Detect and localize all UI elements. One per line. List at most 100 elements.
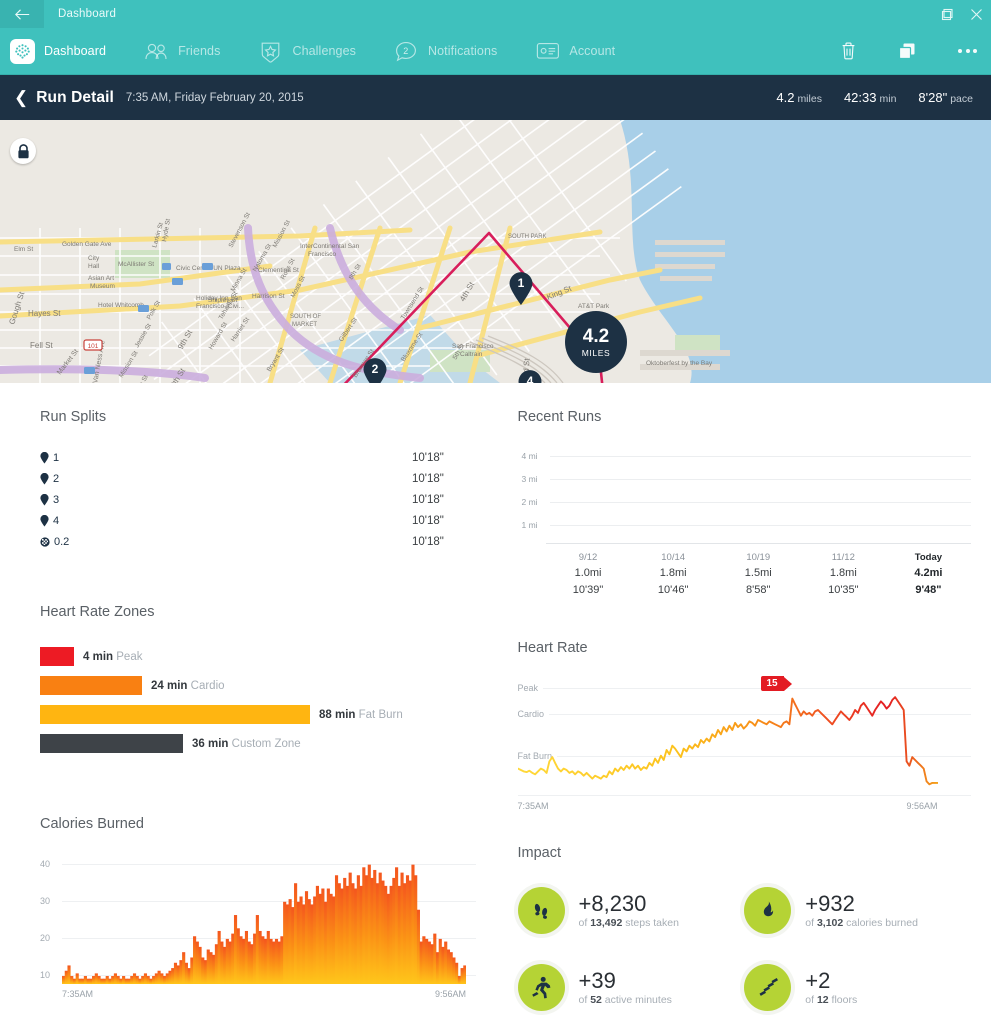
- hr-zone-label: 36 min Custom Zone: [192, 738, 301, 750]
- nav-item-friends[interactable]: Friends: [144, 39, 220, 64]
- more-options-icon[interactable]: [958, 49, 977, 53]
- svg-text:Hall: Hall: [88, 263, 100, 270]
- route-marker-2-label: 2: [371, 362, 379, 376]
- hr-zone-minutes: 88 min: [319, 708, 356, 721]
- impact-unit: steps taken: [625, 917, 679, 930]
- heart-rate-zones-panel: Heart Rate Zones 4 min Peak 24 min Cardi…: [40, 604, 476, 758]
- route-marker-4[interactable]: 4: [517, 370, 543, 383]
- restore-window-icon[interactable]: [941, 8, 954, 21]
- svg-text:McAllister St: McAllister St: [118, 261, 154, 268]
- split-number: 4: [53, 514, 60, 527]
- recent-runs-ytick: 2 mi: [521, 497, 538, 507]
- recent-run-miles: 4.2mi: [914, 567, 943, 580]
- hr-zone-bar: [40, 647, 74, 666]
- impact-subtext: of 12 floors: [805, 994, 858, 1007]
- svg-text:AT&T Park: AT&T Park: [578, 303, 610, 310]
- copy-icon[interactable]: [898, 42, 916, 60]
- svg-text:SOUTH PARK: SOUTH PARK: [508, 234, 547, 240]
- nav-label-notifications: Notifications: [428, 44, 498, 58]
- calories-ytick: 40: [40, 859, 51, 869]
- route-marker-1-label: 1: [517, 276, 525, 290]
- recent-runs-title: Recent Runs: [517, 409, 602, 425]
- account-card-icon: [535, 39, 560, 64]
- trash-icon[interactable]: [841, 42, 856, 60]
- run-route-map[interactable]: Elm St Golden Gate Ave McAllister St Asi…: [0, 120, 991, 383]
- run-splits-panel: Run Splits 1 10'18" 2 10'18" 3 10'18" 4 …: [40, 409, 476, 552]
- run-splits-list: 1 10'18" 2 10'18" 3 10'18" 4 10'18" 0.2 …: [40, 447, 476, 552]
- flame-icon: [744, 887, 792, 935]
- split-pace: 10'18": [412, 451, 444, 464]
- nav-item-challenges[interactable]: Challenges: [258, 39, 356, 64]
- svg-text:Shipley St: Shipley St: [208, 297, 237, 304]
- recent-run-cell: 11/12 1.8mi 10'35": [801, 551, 886, 598]
- route-marker-1[interactable]: 1: [508, 272, 534, 306]
- heart-rate-chart: Peak Cardio Fat Burn 15: [517, 676, 971, 797]
- route-total-distance-marker[interactable]: 4.2 MILES: [565, 311, 627, 373]
- svg-text:Museum: Museum: [90, 283, 115, 290]
- hr-zone-row-cardio: 24 min Cardio: [40, 671, 476, 700]
- heart-rate-peak-badge: 15: [760, 676, 792, 692]
- recent-run-pace: 9'48": [915, 583, 942, 596]
- checkered-flag-icon: [40, 536, 50, 547]
- nav-item-account[interactable]: Account: [535, 39, 615, 64]
- hr-zone-label: 88 min Fat Burn: [319, 709, 403, 721]
- recent-run-cell-today: Today 4.2mi 9'48": [886, 551, 971, 598]
- route-marker-2[interactable]: 2: [362, 358, 388, 383]
- impact-total: 3,102: [816, 917, 844, 930]
- calories-time-axis: 7:35AM 9:56AM: [62, 989, 466, 999]
- split-row: 4 10'18": [40, 510, 476, 531]
- split-pace: 10'18": [412, 535, 444, 548]
- recent-runs-axis: 9/12 1.0mi 10'39" 10/14 1.8mi 10'46" 10/…: [545, 543, 971, 598]
- recent-run-date: 10/19: [746, 552, 771, 563]
- split-number: 2: [53, 472, 60, 485]
- svg-text:Harrison St: Harrison St: [252, 293, 285, 300]
- hr-zone-row-custom: 36 min Custom Zone: [40, 729, 476, 758]
- impact-subtext: of 13,492 steps taken: [578, 917, 679, 930]
- running-man-icon: [517, 964, 565, 1012]
- nav-item-dashboard[interactable]: Dashboard: [10, 38, 106, 64]
- recent-runs-panel: Recent Runs 4 mi 3 mi 2 mi 1 mi 9/12 1.0…: [517, 409, 971, 598]
- recent-run-cell: 10/19 1.5mi 8'58": [716, 551, 801, 598]
- recent-run-pace: 10'46": [657, 583, 689, 596]
- impact-total: 13,492: [590, 917, 623, 930]
- split-pace: 10'18": [412, 514, 444, 527]
- lock-icon[interactable]: [10, 138, 36, 164]
- svg-text:San Francisco: San Francisco: [452, 343, 494, 350]
- dashboard-grid-icon: [10, 38, 35, 64]
- svg-text:Oktoberfest by the Bay: Oktoberfest by the Bay: [646, 360, 713, 367]
- recent-run-miles: 1.5mi: [744, 567, 772, 580]
- back-chevron-icon[interactable]: ❮: [12, 89, 36, 106]
- impact-value: +932: [805, 891, 855, 917]
- nav-item-notifications[interactable]: 2 Notifications: [394, 39, 497, 64]
- calories-burned-panel: Calories Burned 40 30 20 10 7:35AM 9:56A…: [40, 816, 476, 999]
- impact-subtext: of 3,102 calories burned: [805, 917, 918, 930]
- impact-unit: floors: [831, 994, 858, 1007]
- split-label: 0.2: [40, 536, 74, 548]
- recent-run-date: 10/14: [661, 552, 686, 563]
- split-row: 0.2 10'18": [40, 531, 476, 552]
- close-icon[interactable]: [970, 8, 983, 21]
- window-controls: [941, 0, 983, 28]
- split-row: 1 10'18": [40, 447, 476, 468]
- route-total-distance-unit: MILES: [581, 347, 611, 358]
- hr-zone-bar: [40, 734, 183, 753]
- impact-title: Impact: [517, 845, 562, 862]
- highway-shield-101: 101: [83, 339, 103, 351]
- route-total-distance-value: 4.2: [582, 325, 610, 347]
- hr-zone-row-peak: 4 min Peak: [40, 642, 476, 671]
- map-canvas: Elm St Golden Gate Ave McAllister St Asi…: [0, 120, 991, 383]
- split-label: 4: [40, 514, 74, 527]
- run-summary-stats: 4.2 miles 42:33 min 8'28" pace: [776, 90, 973, 105]
- svg-text:Hotel Whitcomb: Hotel Whitcomb: [98, 302, 144, 309]
- impact-unit: active minutes: [604, 994, 672, 1007]
- impact-grid: +8,230 of 13,492 steps taken +932 of 3,1…: [517, 887, 972, 1012]
- run-datetime: 7:35 AM, Friday February 20, 2015: [125, 91, 304, 104]
- recent-run-miles: 1.8mi: [659, 567, 687, 580]
- recent-runs-ytick: 1 mi: [521, 520, 538, 530]
- recent-run-date: Today: [914, 552, 943, 563]
- impact-total: 12: [816, 994, 829, 1007]
- window-back-button[interactable]: [0, 0, 44, 28]
- map-pin-icon: [40, 493, 49, 505]
- calories-area-series: [62, 864, 466, 984]
- split-row: 3 10'18": [40, 489, 476, 510]
